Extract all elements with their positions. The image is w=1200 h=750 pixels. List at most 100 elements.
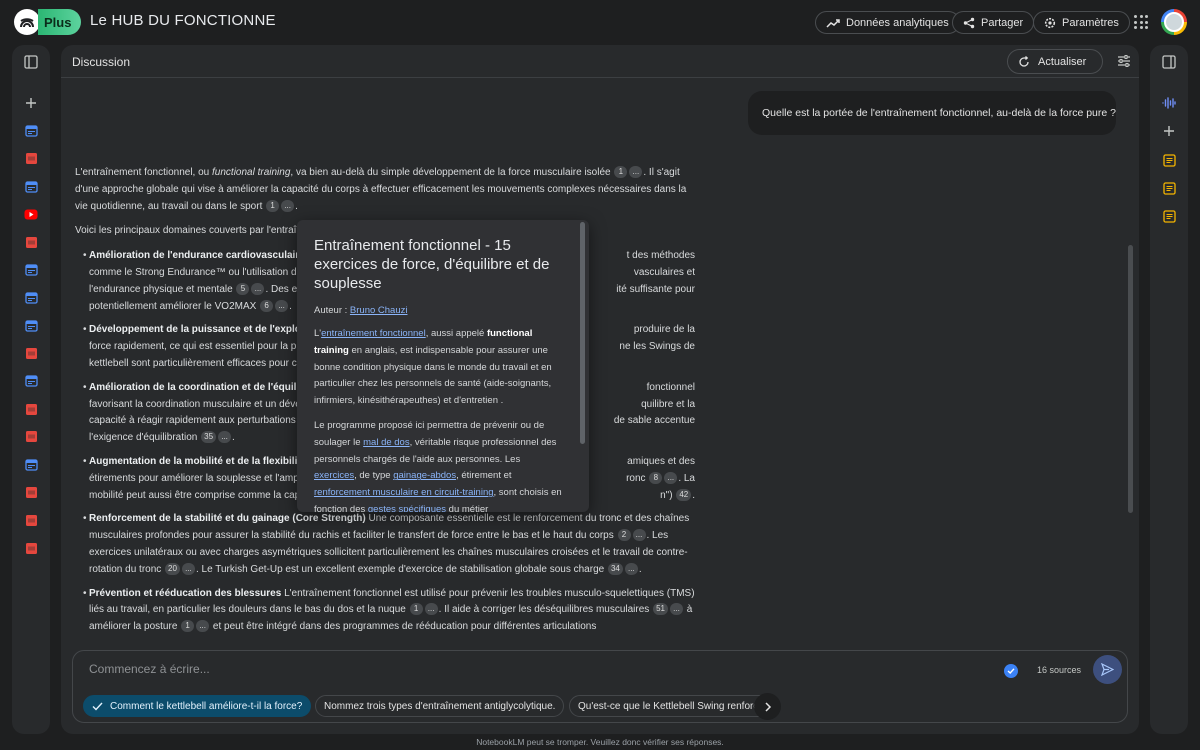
answer-text-italic: functional training bbox=[212, 167, 291, 178]
popup-text: , de type bbox=[354, 470, 394, 482]
pdf-source-icon[interactable] bbox=[23, 512, 39, 528]
citation-chip[interactable]: 1 bbox=[266, 199, 280, 212]
answer-text: mobilité peut aussi être comprise comme … bbox=[89, 489, 301, 501]
tune-icon[interactable] bbox=[1117, 54, 1131, 71]
answer-text: amiques et des bbox=[627, 455, 695, 467]
pdf-source-icon[interactable] bbox=[23, 401, 39, 417]
answer-text: ne les Swings de bbox=[619, 341, 695, 353]
web-source-icon[interactable] bbox=[23, 179, 39, 195]
citation-more-chip[interactable]: ... bbox=[624, 562, 638, 575]
citation-chip[interactable]: 51 bbox=[653, 603, 668, 616]
citation-more-chip[interactable]: ... bbox=[251, 282, 265, 295]
citation-more-chip[interactable]: ... bbox=[196, 620, 210, 633]
suggestion-chip[interactable]: Comment le kettlebell améliore-t-il la f… bbox=[83, 695, 312, 717]
citation-chip[interactable]: 1 bbox=[409, 603, 423, 616]
share-button[interactable]: Partager bbox=[952, 11, 1035, 34]
pdf-source-icon[interactable] bbox=[23, 234, 39, 250]
share-icon bbox=[963, 17, 975, 28]
citation-chip[interactable]: 8 bbox=[649, 471, 663, 484]
chips-next-button[interactable] bbox=[754, 693, 781, 720]
citation-more-chip[interactable]: ... bbox=[424, 603, 438, 616]
settings-button[interactable]: Paramètres bbox=[1033, 11, 1130, 34]
pdf-source-icon[interactable] bbox=[23, 151, 39, 167]
note-icon[interactable] bbox=[1161, 152, 1177, 168]
list-item: Prévention et rééducation des blessures … bbox=[75, 586, 695, 636]
web-source-icon[interactable] bbox=[23, 290, 39, 306]
citation-more-chip[interactable]: ... bbox=[281, 199, 295, 212]
note-icon[interactable] bbox=[1161, 180, 1177, 196]
trending-up-icon bbox=[826, 18, 840, 28]
web-source-icon[interactable] bbox=[23, 373, 39, 389]
answer-text: ronc bbox=[626, 472, 649, 484]
sources-check-icon bbox=[1004, 664, 1018, 678]
answer-text: de sable accentue bbox=[613, 415, 695, 427]
citation-chip[interactable]: 5 bbox=[236, 282, 250, 295]
panel-toggle-icon[interactable] bbox=[1161, 54, 1177, 70]
suggestion-label: Comment le kettlebell améliore-t-il la f… bbox=[110, 700, 303, 712]
add-note-icon[interactable] bbox=[1161, 123, 1177, 139]
suggestion-chip[interactable]: Nommez trois types d'entraînement antigl… bbox=[315, 695, 565, 717]
note-icon[interactable] bbox=[1161, 208, 1177, 224]
citation-more-chip[interactable]: ... bbox=[181, 562, 195, 575]
youtube-source-icon[interactable] bbox=[23, 206, 39, 222]
notebook-title[interactable]: Le HUB DU FONCTIONNE bbox=[90, 12, 276, 29]
refresh-button[interactable]: Actualiser bbox=[1007, 49, 1104, 74]
settings-label: Paramètres bbox=[1062, 16, 1119, 29]
citation-more-chip[interactable]: ... bbox=[275, 299, 289, 312]
popup-link[interactable]: gestes spécifiques bbox=[368, 504, 446, 512]
pdf-source-icon[interactable] bbox=[23, 345, 39, 361]
pdf-source-icon[interactable] bbox=[23, 540, 39, 556]
answer-text: . bbox=[232, 432, 235, 444]
citation-more-chip[interactable]: ... bbox=[629, 166, 643, 178]
gear-icon bbox=[1044, 17, 1056, 28]
citation-more-chip[interactable]: ... bbox=[664, 471, 678, 484]
audio-overview-icon[interactable] bbox=[1161, 95, 1177, 111]
citation-chip[interactable]: 1 bbox=[181, 620, 195, 633]
app-logo[interactable]: Plus bbox=[14, 9, 82, 35]
author-label: Auteur : bbox=[314, 305, 350, 316]
author-link[interactable]: Bruno Chauzi bbox=[350, 305, 408, 316]
suggestion-chip[interactable]: Qu'est-ce que le Kettlebell Swing renfor… bbox=[569, 695, 773, 717]
apps-grid-icon[interactable] bbox=[1134, 15, 1148, 29]
composer: 16 sources Comment le kettlebell amélior… bbox=[72, 650, 1128, 723]
pdf-source-icon[interactable] bbox=[23, 484, 39, 500]
citation-chip[interactable]: 20 bbox=[165, 562, 180, 575]
check-icon bbox=[92, 702, 103, 711]
citation-chip[interactable]: 1 bbox=[614, 166, 628, 178]
answer-text: . Il aide à corriger les déséquilibres m… bbox=[438, 604, 653, 616]
panel-toggle-icon[interactable] bbox=[23, 54, 39, 70]
citation-chip[interactable]: 42 bbox=[676, 488, 692, 501]
popup-link[interactable]: mal de dos bbox=[363, 437, 409, 448]
popup-link[interactable]: entraînement fonctionnel bbox=[321, 328, 426, 339]
avatar[interactable] bbox=[1161, 9, 1187, 35]
popup-link[interactable]: renforcement musculaire en circuit-train… bbox=[314, 487, 494, 498]
citation-chip[interactable]: 34 bbox=[607, 562, 623, 575]
web-source-icon[interactable] bbox=[23, 123, 39, 139]
chat-input[interactable] bbox=[89, 659, 969, 679]
chat-header: Discussion Actualiser bbox=[61, 45, 1139, 78]
citation-chip[interactable]: 35 bbox=[201, 431, 217, 444]
popup-link[interactable]: gainage-abdos bbox=[393, 470, 456, 481]
analytics-button[interactable]: Données analytiques bbox=[815, 11, 960, 34]
answer-text: potentiellement améliorer le VO2MAX bbox=[89, 300, 260, 312]
answer-text: . La bbox=[678, 472, 695, 484]
citation-more-chip[interactable]: ... bbox=[632, 529, 646, 542]
list-item: Renforcement de la stabilité et du gaina… bbox=[75, 511, 695, 578]
citation-more-chip[interactable]: ... bbox=[218, 431, 232, 444]
popup-scrollbar[interactable] bbox=[580, 222, 585, 444]
pdf-source-icon[interactable] bbox=[23, 429, 39, 445]
citation-chip[interactable]: 2 bbox=[617, 529, 631, 542]
citation-chip[interactable]: 6 bbox=[260, 299, 274, 312]
web-source-icon[interactable] bbox=[23, 262, 39, 278]
answer-intro: L'entraînement fonctionnel, ou functiona… bbox=[75, 165, 695, 215]
popup-link[interactable]: exercices bbox=[314, 470, 354, 481]
add-icon[interactable] bbox=[23, 95, 39, 111]
answer-text: ité suffisante pour bbox=[616, 283, 695, 295]
sources-count: 16 sources bbox=[1037, 665, 1082, 675]
chat-scrollbar[interactable] bbox=[1128, 245, 1133, 513]
notebooklm-logo-icon bbox=[14, 9, 40, 35]
send-button[interactable] bbox=[1093, 655, 1122, 684]
web-source-icon[interactable] bbox=[23, 457, 39, 473]
web-source-icon[interactable] bbox=[23, 318, 39, 334]
citation-more-chip[interactable]: ... bbox=[669, 603, 683, 616]
